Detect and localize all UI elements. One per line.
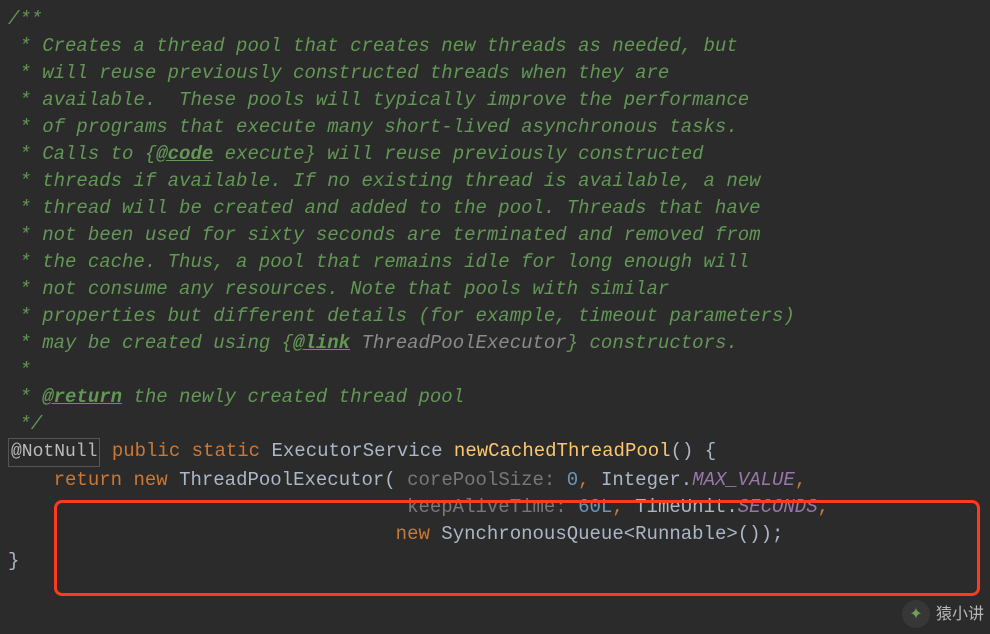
javadoc-line: * available. These pools will typically … <box>8 89 749 111</box>
watermark-text: 猿小讲 <box>936 601 984 628</box>
val-corepoolsize: 0 <box>567 469 578 491</box>
javadoc-close: */ <box>8 413 42 435</box>
hint-corepoolsize: corePoolSize: <box>407 469 555 491</box>
javadoc-line: * properties but different details (for … <box>8 305 795 327</box>
val-keepalive: 60L <box>578 496 612 518</box>
body-line-2: keepAliveTime: 60L, TimeUnit.SECONDS, <box>8 496 829 518</box>
kw-new-2: new <box>396 523 430 545</box>
wechat-icon: ✦ <box>902 600 930 628</box>
javadoc-line: * threads if available. If no existing t… <box>8 170 761 192</box>
seconds-const: SECONDS <box>738 496 818 518</box>
hint-keepalive: keepAliveTime: <box>407 496 567 518</box>
link-tag: @link <box>293 332 350 354</box>
javadoc-line: * may be created using {@link ThreadPool… <box>8 332 738 354</box>
javadoc-line: * <box>8 359 31 381</box>
javadoc-line: * of programs that execute many short-li… <box>8 116 738 138</box>
kw-static: static <box>192 440 260 462</box>
return-tag: @return <box>42 386 122 408</box>
javadoc-line: * Creates a thread pool that creates new… <box>8 35 738 57</box>
link-target: ThreadPoolExecutor <box>361 332 566 354</box>
javadoc-line: * will reuse previously constructed thre… <box>8 62 669 84</box>
timeunit-class: TimeUnit <box>635 496 726 518</box>
notnull-annotation: @NotNull <box>8 438 100 467</box>
method-name: newCachedThreadPool <box>454 440 671 462</box>
generic-type: Runnable <box>635 523 726 545</box>
close-brace: } <box>8 550 19 572</box>
queue-type: SynchronousQueue <box>441 523 623 545</box>
ctor-tail: ()); <box>738 523 784 545</box>
code-tag: @code <box>156 143 213 165</box>
javadoc-line: * @return the newly created thread pool <box>8 386 464 408</box>
kw-new: new <box>133 469 167 491</box>
method-signature-line: @NotNull public static ExecutorService n… <box>8 440 716 462</box>
integer-class: Integer <box>601 469 681 491</box>
javadoc-line: * Calls to {@code execute} will reuse pr… <box>8 143 704 165</box>
body-line-1: return new ThreadPoolExecutor( corePoolS… <box>8 469 806 491</box>
open-brace: () { <box>671 440 717 462</box>
javadoc-line: * thread will be created and added to th… <box>8 197 761 219</box>
kw-return: return <box>54 469 122 491</box>
watermark: ✦ 猿小讲 <box>902 600 984 628</box>
return-type: ExecutorService <box>271 440 442 462</box>
javadoc-line: * the cache. Thus, a pool that remains i… <box>8 251 749 273</box>
max-value: MAX_VALUE <box>692 469 795 491</box>
javadoc-line: * not consume any resources. Note that p… <box>8 278 669 300</box>
code-editor[interactable]: /** * Creates a thread pool that creates… <box>0 0 990 585</box>
kw-public: public <box>112 440 180 462</box>
body-line-3: new SynchronousQueue<Runnable>()); <box>8 523 783 545</box>
javadoc-line: * not been used for sixty seconds are te… <box>8 224 761 246</box>
javadoc-open: /** <box>8 8 42 30</box>
ctor-name: ThreadPoolExecutor <box>179 469 384 491</box>
